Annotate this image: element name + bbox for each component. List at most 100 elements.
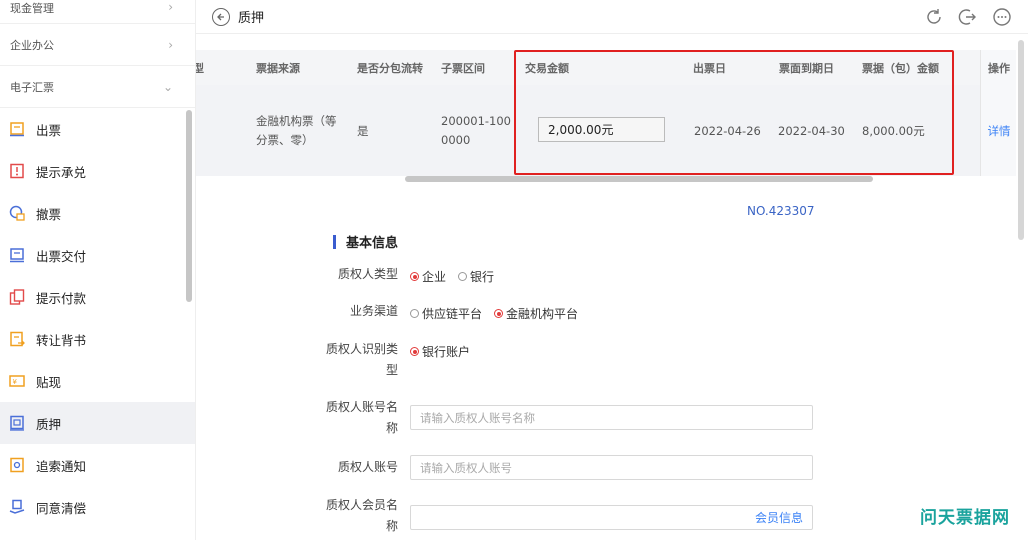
sidebar-item-label: 提示付款 xyxy=(36,290,87,306)
radio-on-icon xyxy=(410,347,419,356)
col-split: 是否分包流转 xyxy=(357,61,423,75)
col-range: 子票区间 xyxy=(441,61,485,75)
accept-icon xyxy=(8,162,26,180)
cell-bill-amount: 8,000.00元 xyxy=(862,123,925,138)
col-action: 操作 xyxy=(988,61,1010,75)
radio-label: 供应链平台 xyxy=(422,307,483,321)
sidebar-item-recourse[interactable]: 追索通知 xyxy=(0,444,195,486)
table-horizontal-scrollbar[interactable] xyxy=(405,176,873,182)
watermark-logo: 问天票据网 xyxy=(920,508,1010,528)
chevron-down-icon: ⌄ xyxy=(162,79,173,94)
sidebar-group-ebill[interactable]: 电子汇票 ⌄ xyxy=(0,66,195,108)
col-due-date: 票面到期日 xyxy=(779,61,834,75)
sidebar-item-label: 撤票 xyxy=(36,206,62,222)
radio-enterprise[interactable]: 企业 xyxy=(410,268,446,285)
revoke-icon xyxy=(8,204,26,222)
operation-column: 操作 详情 xyxy=(980,50,1016,176)
radio-off-icon xyxy=(458,272,468,281)
page-vertical-scrollbar[interactable] xyxy=(1018,40,1024,240)
sidebar-item-label: 质押 xyxy=(36,416,62,432)
endorse-icon xyxy=(8,330,26,348)
col-amount: 交易金额 xyxy=(525,61,569,75)
table-row: 金融机构票（等分票、零） 是 200001-1000000 2,000.00元 … xyxy=(196,85,1016,176)
detail-link[interactable]: 详情 xyxy=(981,85,1016,176)
member-info-link[interactable]: 会员信息 xyxy=(755,509,803,526)
bill-icon xyxy=(8,120,26,138)
more-icon[interactable] xyxy=(992,7,1012,27)
section-bar xyxy=(333,234,336,249)
table-header: 类型 票据来源 是否分包流转 子票区间 交易金额 出票日 票面到期日 票据（包）… xyxy=(196,50,1016,85)
channel-label: 业务渠道 xyxy=(349,304,398,318)
sidebar-group-label: 企业办公 xyxy=(10,38,54,52)
channel-radios: 供应链平台 金融机构平台 xyxy=(410,305,578,322)
sidebar-group-label: 电子汇票 xyxy=(10,80,54,94)
top-actions xyxy=(924,7,1012,27)
radio-on-icon xyxy=(494,309,504,318)
section-title-text: 基本信息 xyxy=(346,236,399,251)
cell-source: 金融机构票（等分票、零） xyxy=(256,113,337,147)
sidebar-scrollbar[interactable] xyxy=(186,110,192,302)
section-title: 基本信息 xyxy=(333,232,398,251)
pledgee-type-label: 质权人类型 xyxy=(337,267,398,281)
sidebar-item-label: 转让背书 xyxy=(36,332,87,348)
settle-icon xyxy=(8,498,26,516)
radio-off-icon xyxy=(410,309,419,318)
sidebar-item-endorse[interactable]: 转让背书 xyxy=(0,318,195,360)
sidebar-item-payment[interactable]: 提示付款 xyxy=(0,276,195,318)
sidebar-item-settle[interactable]: 同意清偿 xyxy=(0,486,195,528)
svg-text:¥: ¥ xyxy=(13,378,18,386)
col-bill-amount: 票据（包）金额 xyxy=(862,61,939,75)
sidebar-item-pledge[interactable]: 质押 xyxy=(0,402,195,444)
member-name-input[interactable]: 会员信息 xyxy=(410,505,813,530)
radio-supply-chain[interactable]: 供应链平台 xyxy=(410,305,482,322)
sidebar-item-discount[interactable]: ¥ 贴现 xyxy=(0,360,195,402)
radio-financial-platform[interactable]: 金融机构平台 xyxy=(494,305,578,322)
cell-split: 是 xyxy=(357,123,369,138)
payment-icon xyxy=(8,288,26,306)
pledge-icon xyxy=(8,414,26,432)
discount-icon: ¥ xyxy=(8,372,26,390)
sidebar-group-cash[interactable]: 现金管理 › xyxy=(0,0,195,24)
pledgee-type-radios: 企业 银行 xyxy=(410,268,494,285)
bill-table: 类型 票据来源 是否分包流转 子票区间 交易金额 出票日 票面到期日 票据（包）… xyxy=(196,50,1016,178)
sidebar-item-accept[interactable]: 提示承兑 xyxy=(0,150,195,192)
cell-range: 200001-1000000 xyxy=(441,113,511,147)
radio-label: 银行 xyxy=(470,270,495,284)
id-type-radios: 银行账户 xyxy=(410,343,470,360)
account-name-input[interactable]: 请输入质权人账号名称 xyxy=(410,405,813,430)
radio-on-icon xyxy=(410,272,419,281)
id-type-label: 质权人识别类型 xyxy=(325,342,398,377)
page-title: 质押 xyxy=(238,11,265,26)
amount-input[interactable]: 2,000.00元 xyxy=(538,117,665,142)
account-no-label: 质权人账号 xyxy=(337,460,398,474)
radio-label: 金融机构平台 xyxy=(506,307,579,321)
account-no-input[interactable]: 请输入质权人账号 xyxy=(410,455,813,480)
col-source: 票据来源 xyxy=(256,61,300,75)
sidebar-item-label: 出票交付 xyxy=(36,248,87,264)
chevron-right-icon: › xyxy=(168,37,173,52)
account-name-label: 质权人账号名称 xyxy=(325,400,398,435)
sidebar-item-label: 同意清偿 xyxy=(36,500,87,516)
refresh-icon[interactable] xyxy=(924,7,944,27)
sidebar-group-label: 现金管理 xyxy=(10,2,54,15)
radio-bank[interactable]: 银行 xyxy=(458,268,494,285)
recourse-icon xyxy=(8,456,26,474)
sidebar-item-label: 贴现 xyxy=(36,374,62,390)
back-arrow-icon[interactable] xyxy=(212,7,230,26)
top-bar: 质押 xyxy=(196,0,1028,34)
cell-issue-date: 2022-04-26 xyxy=(694,123,761,138)
radio-bank-account[interactable]: 银行账户 xyxy=(410,343,470,360)
sidebar-item-issue[interactable]: 出票 xyxy=(0,108,195,150)
cell-due-date: 2022-04-30 xyxy=(778,123,845,138)
sidebar-item-label: 提示承兑 xyxy=(36,164,87,180)
sidebar-item-revoke[interactable]: 撤票 xyxy=(0,192,195,234)
member-name-label: 质权人会员名称 xyxy=(325,498,398,533)
logout-icon[interactable] xyxy=(958,7,978,27)
sidebar-item-deliver[interactable]: 出票交付 xyxy=(0,234,195,276)
document-number: NO.423307 xyxy=(747,204,815,218)
sidebar-item-label: 出票 xyxy=(36,122,62,138)
col-issue-date: 出票日 xyxy=(693,61,726,75)
deliver-icon xyxy=(8,246,26,264)
sidebar-group-office[interactable]: 企业办公 › xyxy=(0,24,195,66)
col-type: 类型 xyxy=(196,61,204,75)
